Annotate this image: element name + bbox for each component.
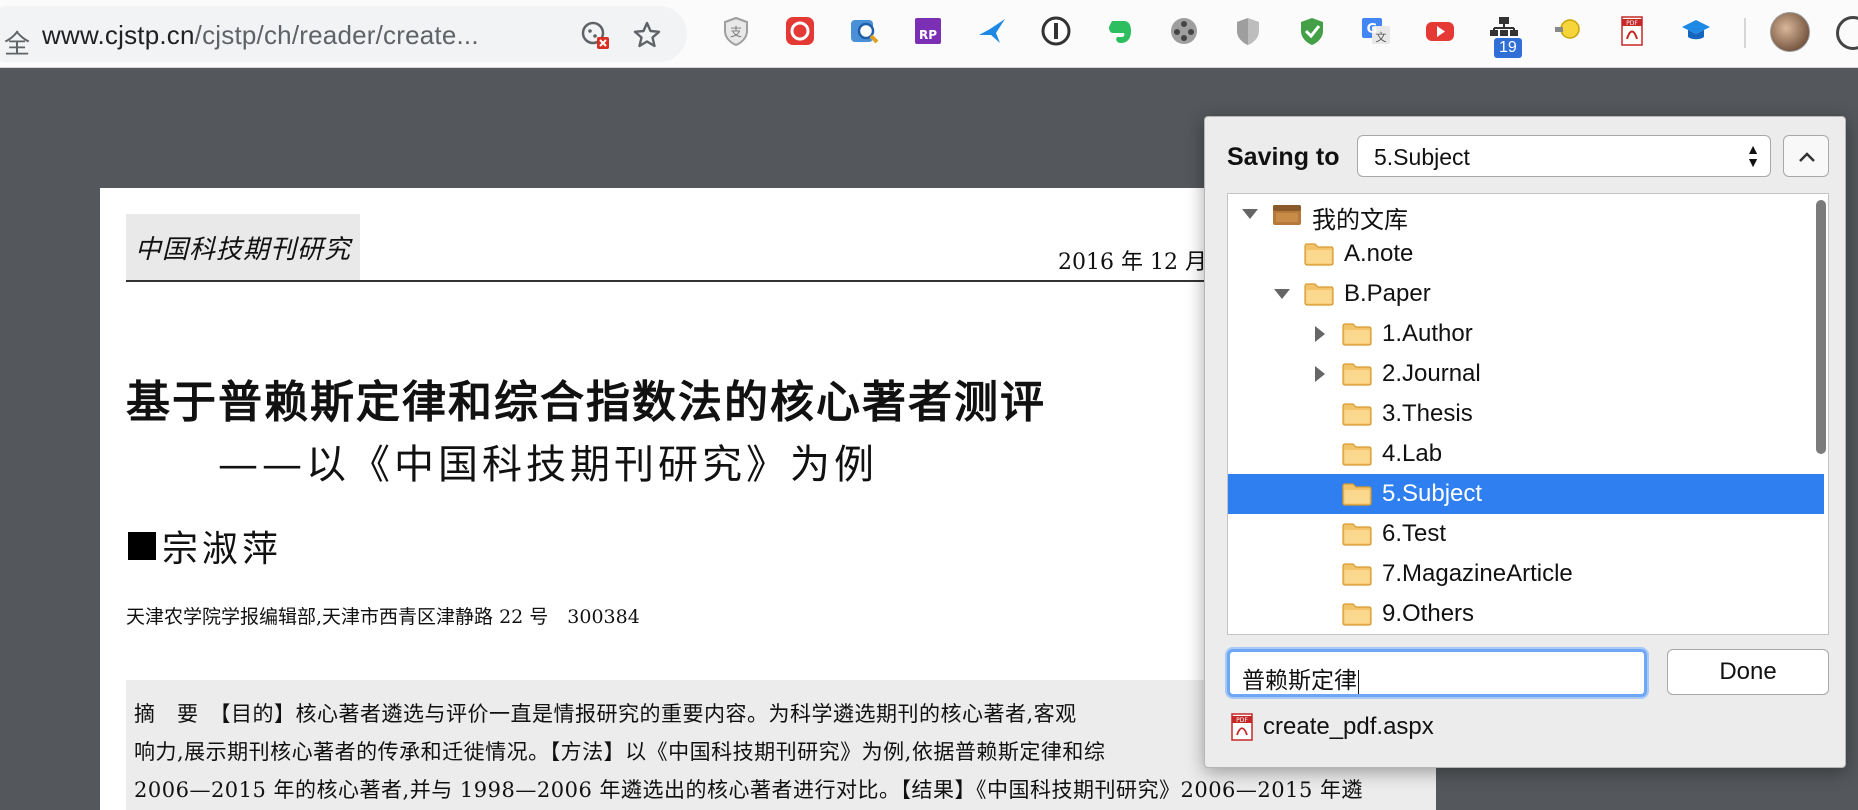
svg-text:PDF: PDF <box>1626 20 1638 27</box>
collection-tree[interactable]: 9.Others 7.MagazineArticle 6.Test 5.Subject… <box>1227 193 1829 635</box>
twisty-closed-icon[interactable] <box>1310 324 1330 344</box>
film-reel-extension-icon[interactable] <box>1168 15 1200 47</box>
attachment-name: create_pdf.aspx <box>1263 713 1434 740</box>
tree-row-label: 1.Author <box>1382 320 1473 347</box>
blocked-cookies-icon[interactable] <box>580 20 610 50</box>
attachment-row: PDF create_pdf.aspx <box>1231 713 1434 741</box>
tree-row-label: 7.MagazineArticle <box>1382 560 1573 587</box>
toolbar-divider <box>1744 18 1746 48</box>
folder-icon <box>1342 362 1372 386</box>
browser-toolbar: 全 www.cjstp.cn/cjstp/ch/reader/create...… <box>0 0 1858 68</box>
password-extension-icon[interactable] <box>1040 15 1072 47</box>
tree-row-label: 3.Thesis <box>1382 400 1473 427</box>
abstract-line: 响力,展示期刊核心著者的传承和迁徙情况。【方法】以《中国科技期刊研究》为例,依据… <box>134 740 1106 764</box>
collection-select-value: 5.Subject <box>1374 144 1470 170</box>
svg-text:支: 支 <box>730 25 742 39</box>
tree-row[interactable]: 5.Subject <box>1228 474 1824 514</box>
rp-extension-icon[interactable]: RP <box>912 15 944 47</box>
profile-avatar[interactable] <box>1770 12 1810 52</box>
author-affiliation: 天津农学院学报编辑部,天津市西青区津静路 22 号 300384 <box>126 606 640 628</box>
twisty-closed-icon[interactable] <box>1310 364 1330 384</box>
shield-extension-icon[interactable] <box>1232 15 1264 47</box>
twisty-open-icon[interactable] <box>1272 284 1292 304</box>
folder-icon <box>1342 482 1372 506</box>
url-text[interactable]: www.cjstp.cn/cjstp/ch/reader/create... <box>42 20 479 51</box>
collapse-tree-button[interactable] <box>1783 135 1829 177</box>
svg-text:文: 文 <box>1376 30 1387 44</box>
folder-icon <box>1342 402 1372 426</box>
url-host: www.cjstp.cn <box>42 20 195 50</box>
tree-row[interactable]: 4.Lab <box>1228 434 1824 474</box>
tree-row-label: B.Paper <box>1344 280 1431 307</box>
tree-row[interactable]: 3.Thesis <box>1228 394 1824 434</box>
alipay-shield-extension-icon[interactable]: 支 <box>720 15 752 47</box>
svg-text:RP: RP <box>919 28 937 42</box>
chevron-up-icon <box>1799 152 1815 162</box>
folder-icon <box>1342 522 1372 546</box>
item-title-input[interactable]: 普赖斯定律 <box>1227 649 1647 697</box>
folder-icon <box>1342 562 1372 586</box>
url-path: /cjstp/ch/reader/create... <box>194 20 479 50</box>
browser-menu-icon[interactable] <box>1836 16 1858 50</box>
google-translate-icon[interactable]: G文 <box>1360 15 1392 47</box>
library-icon <box>1272 202 1302 226</box>
twisty-open-icon[interactable] <box>1240 204 1260 224</box>
youtube-extension-icon[interactable] <box>1424 15 1456 47</box>
saving-to-label: Saving to <box>1227 143 1340 171</box>
text-caret <box>1358 669 1359 694</box>
tree-row[interactable]: B.Paper <box>1228 274 1824 314</box>
lightbulb-extension-icon[interactable] <box>1552 15 1584 47</box>
magnifier-extension-icon[interactable] <box>848 15 880 47</box>
folder-icon <box>1342 322 1372 346</box>
bookmark-star-icon[interactable] <box>632 20 662 50</box>
tree-row[interactable]: 6.Test <box>1228 514 1824 554</box>
tree-scrollbar[interactable] <box>1816 200 1826 454</box>
address-bar[interactable]: 全 www.cjstp.cn/cjstp/ch/reader/create... <box>0 6 687 62</box>
pdf-extension-icon[interactable]: PDF <box>1616 15 1648 47</box>
issue-date: 2016 年 12 月 <box>1058 250 1207 275</box>
tree-row[interactable]: 2.Journal <box>1228 354 1824 394</box>
evernote-extension-icon[interactable] <box>1104 15 1136 47</box>
folder-icon <box>1342 602 1372 626</box>
tree-row-label: 4.Lab <box>1382 440 1443 467</box>
author-name: 宗淑萍 <box>162 529 283 570</box>
tree-row-label: A.note <box>1344 240 1414 267</box>
folder-icon <box>1304 282 1334 306</box>
select-arrows-icon: ▲ ▼ <box>1746 141 1760 170</box>
svg-text:PDF: PDF <box>1236 717 1248 724</box>
page-info-glyph[interactable]: 全 <box>4 24 30 61</box>
collection-select[interactable]: 5.Subject ▲ ▼ <box>1357 135 1771 177</box>
article-title: 基于普赖斯定律和综合指数法的核心著者测评 <box>126 377 1046 428</box>
item-title-value: 普赖斯定律 <box>1242 668 1357 694</box>
extension-badge: 19 <box>1494 38 1522 58</box>
tree-row[interactable]: 7.MagazineArticle <box>1228 554 1824 594</box>
tree-row-label: 我的文库 <box>1312 207 1408 234</box>
article-subtitle: ——以《中国科技期刊研究》为例 <box>218 442 878 488</box>
tree-row[interactable]: 1.Author <box>1228 314 1824 354</box>
abstract-line: 摘 要 【目的】核心著者遴选与评价一直是情报研究的重要内容。为科学遴选期刊的核心… <box>134 702 1077 726</box>
pdf-file-icon: PDF <box>1231 713 1253 741</box>
folder-icon <box>1304 242 1334 266</box>
tree-row-label: 9.Others <box>1382 600 1475 627</box>
author-bullet <box>128 532 156 560</box>
tree-row[interactable]: 9.Others <box>1228 594 1824 634</box>
tree-row-label: 6.Test <box>1382 520 1447 547</box>
tree-row[interactable]: A.note <box>1228 234 1824 274</box>
folder-icon <box>1342 442 1372 466</box>
graduation-cap-extension-icon[interactable] <box>1680 15 1712 47</box>
journal-logo: 中国科技期刊研究 <box>126 214 360 280</box>
tree-row-label: 5.Subject <box>1382 480 1483 507</box>
bird-extension-icon[interactable] <box>976 15 1008 47</box>
tree-row[interactable]: 我的文库 <box>1228 194 1824 234</box>
author-line: 宗淑萍 <box>128 520 282 572</box>
done-button[interactable]: Done <box>1667 649 1829 695</box>
green-shield-check-icon[interactable] <box>1296 15 1328 47</box>
red-extension-icon[interactable] <box>784 15 816 47</box>
zotero-save-popup: Saving to 5.Subject ▲ ▼ 9.Others 7.Magazin… <box>1204 116 1846 768</box>
abstract-line: 2006—2015 年的核心著者,并与 1998—2006 年遴选出的核心著者进… <box>134 778 1364 802</box>
tree-row-label: 2.Journal <box>1382 360 1481 387</box>
